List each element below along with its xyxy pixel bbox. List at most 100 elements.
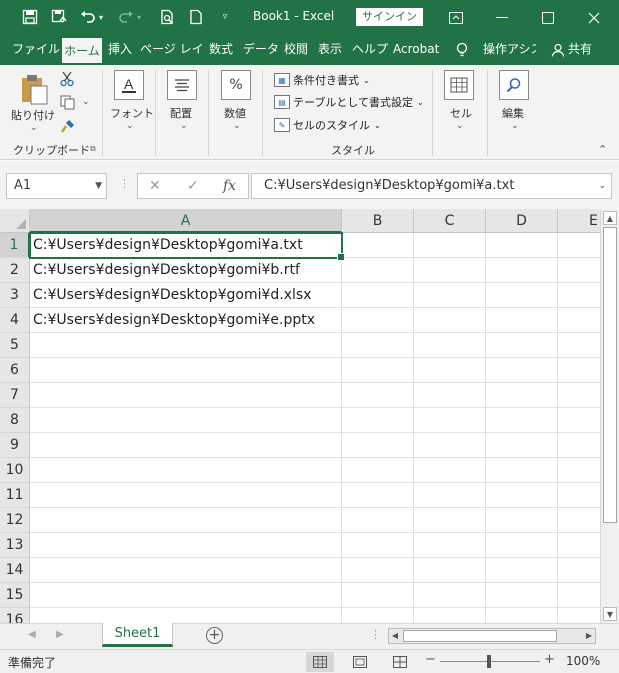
share-icon[interactable] <box>549 35 567 65</box>
cell-e12[interactable] <box>558 508 600 533</box>
cell-a13[interactable] <box>30 533 342 558</box>
cell-a6[interactable] <box>30 358 342 383</box>
cell-b16[interactable] <box>342 608 414 623</box>
sheet-prev-icon[interactable]: ◀ <box>28 629 36 640</box>
add-sheet-icon[interactable]: + <box>206 627 223 644</box>
cell-a4[interactable]: C:¥Users¥design¥Desktop¥gomi¥e.pptx <box>30 308 342 333</box>
cell-d10[interactable] <box>486 458 558 483</box>
row-header-12[interactable]: 12 <box>0 508 30 533</box>
cell-e14[interactable] <box>558 558 600 583</box>
cell-d16[interactable] <box>486 608 558 623</box>
column-header-d[interactable]: D <box>486 209 558 233</box>
cell-a5[interactable] <box>30 333 342 358</box>
save-icon[interactable] <box>20 7 40 27</box>
copy-icon[interactable] <box>60 95 76 113</box>
alignment-icon[interactable] <box>167 70 197 100</box>
redo-icon[interactable] <box>116 7 136 27</box>
cell-a9[interactable] <box>30 433 342 458</box>
ribbon-display-icon[interactable] <box>433 0 479 35</box>
cell-b14[interactable] <box>342 558 414 583</box>
redo-dropdown-icon[interactable]: ▾ <box>134 7 144 27</box>
cell-b11[interactable] <box>342 483 414 508</box>
tab-page-layout[interactable]: ページ レイア <box>138 35 204 65</box>
cell-c8[interactable] <box>414 408 486 433</box>
normal-view-icon[interactable] <box>306 652 334 672</box>
cell-d4[interactable] <box>486 308 558 333</box>
cancel-icon[interactable]: ✕ <box>149 178 161 194</box>
cell-d5[interactable] <box>486 333 558 358</box>
cell-b5[interactable] <box>342 333 414 358</box>
cut-icon[interactable] <box>60 71 74 90</box>
scroll-thumb[interactable] <box>403 630 557 642</box>
row-header-1[interactable]: 1 <box>0 233 30 258</box>
tab-home[interactable]: ホーム <box>62 38 102 65</box>
cell-b6[interactable] <box>342 358 414 383</box>
name-box[interactable]: A1 ▼ <box>6 173 107 199</box>
editing-label[interactable]: 編集 <box>502 105 524 121</box>
close-icon[interactable] <box>571 0 617 35</box>
cell-e15[interactable] <box>558 583 600 608</box>
sheet-tab-sheet1[interactable]: Sheet1 <box>102 623 173 647</box>
cell-c13[interactable] <box>414 533 486 558</box>
expand-formula-icon[interactable]: ⌄ <box>598 174 606 198</box>
number-label[interactable]: 数値 <box>224 105 246 121</box>
cell-a16[interactable] <box>30 608 342 623</box>
row-header-2[interactable]: 2 <box>0 258 30 283</box>
print-preview-icon[interactable] <box>157 7 177 27</box>
cell-d15[interactable] <box>486 583 558 608</box>
cell-e3[interactable] <box>558 283 600 308</box>
vertical-dots-icon[interactable]: ⋮ <box>370 628 381 641</box>
number-dropdown-icon[interactable]: ⌄ <box>233 121 241 131</box>
cell-a1[interactable]: C:¥Users¥design¥Desktop¥gomi¥a.txt <box>30 233 342 258</box>
cell-e7[interactable] <box>558 383 600 408</box>
row-header-9[interactable]: 9 <box>0 433 30 458</box>
cells-icon[interactable] <box>444 70 474 100</box>
tab-file[interactable]: ファイル <box>10 35 62 65</box>
cell-e8[interactable] <box>558 408 600 433</box>
cell-styles-button[interactable]: ✎ セルのスタイル ⌄ <box>274 115 381 135</box>
chevron-down-icon[interactable]: ▼ <box>95 174 102 198</box>
cell-a3[interactable]: C:¥Users¥design¥Desktop¥gomi¥d.xlsx <box>30 283 342 308</box>
cell-e10[interactable] <box>558 458 600 483</box>
autosave-icon[interactable] <box>49 7 69 27</box>
select-all-button[interactable] <box>0 209 30 233</box>
cell-e5[interactable] <box>558 333 600 358</box>
page-break-view-icon[interactable] <box>386 652 414 672</box>
cell-e2[interactable] <box>558 258 600 283</box>
cell-d7[interactable] <box>486 383 558 408</box>
cell-d6[interactable] <box>486 358 558 383</box>
cell-b12[interactable] <box>342 508 414 533</box>
cell-c2[interactable] <box>414 258 486 283</box>
scroll-thumb[interactable] <box>603 227 617 523</box>
cell-c1[interactable] <box>414 233 486 258</box>
cell-d8[interactable] <box>486 408 558 433</box>
vertical-scrollbar[interactable]: ▲ ▼ <box>600 209 619 623</box>
cell-c11[interactable] <box>414 483 486 508</box>
tab-review[interactable]: 校閲 <box>282 35 310 65</box>
cell-d11[interactable] <box>486 483 558 508</box>
tab-acrobat[interactable]: Acrobat <box>391 35 441 65</box>
cell-b7[interactable] <box>342 383 414 408</box>
column-header-b[interactable]: B <box>342 209 414 233</box>
new-file-icon[interactable] <box>186 7 206 27</box>
tab-view[interactable]: 表示 <box>316 35 344 65</box>
share-button[interactable]: 共有 <box>566 35 594 65</box>
zoom-level[interactable]: 100% <box>566 654 600 668</box>
alignment-label[interactable]: 配置 <box>170 105 192 121</box>
zoom-slider-thumb[interactable] <box>487 655 491 668</box>
row-header-7[interactable]: 7 <box>0 383 30 408</box>
cell-c4[interactable] <box>414 308 486 333</box>
cell-d3[interactable] <box>486 283 558 308</box>
cell-e9[interactable] <box>558 433 600 458</box>
cell-e16[interactable] <box>558 608 600 623</box>
cell-d2[interactable] <box>486 258 558 283</box>
cell-b9[interactable] <box>342 433 414 458</box>
font-label[interactable]: フォント <box>110 105 154 121</box>
cell-a8[interactable] <box>30 408 342 433</box>
tell-me-box[interactable]: 操作アシス <box>481 35 536 65</box>
tab-insert[interactable]: 挿入 <box>106 35 134 65</box>
cell-a11[interactable] <box>30 483 342 508</box>
horizontal-scrollbar[interactable]: ◀ ▶ <box>388 628 596 644</box>
cell-b8[interactable] <box>342 408 414 433</box>
cell-b10[interactable] <box>342 458 414 483</box>
